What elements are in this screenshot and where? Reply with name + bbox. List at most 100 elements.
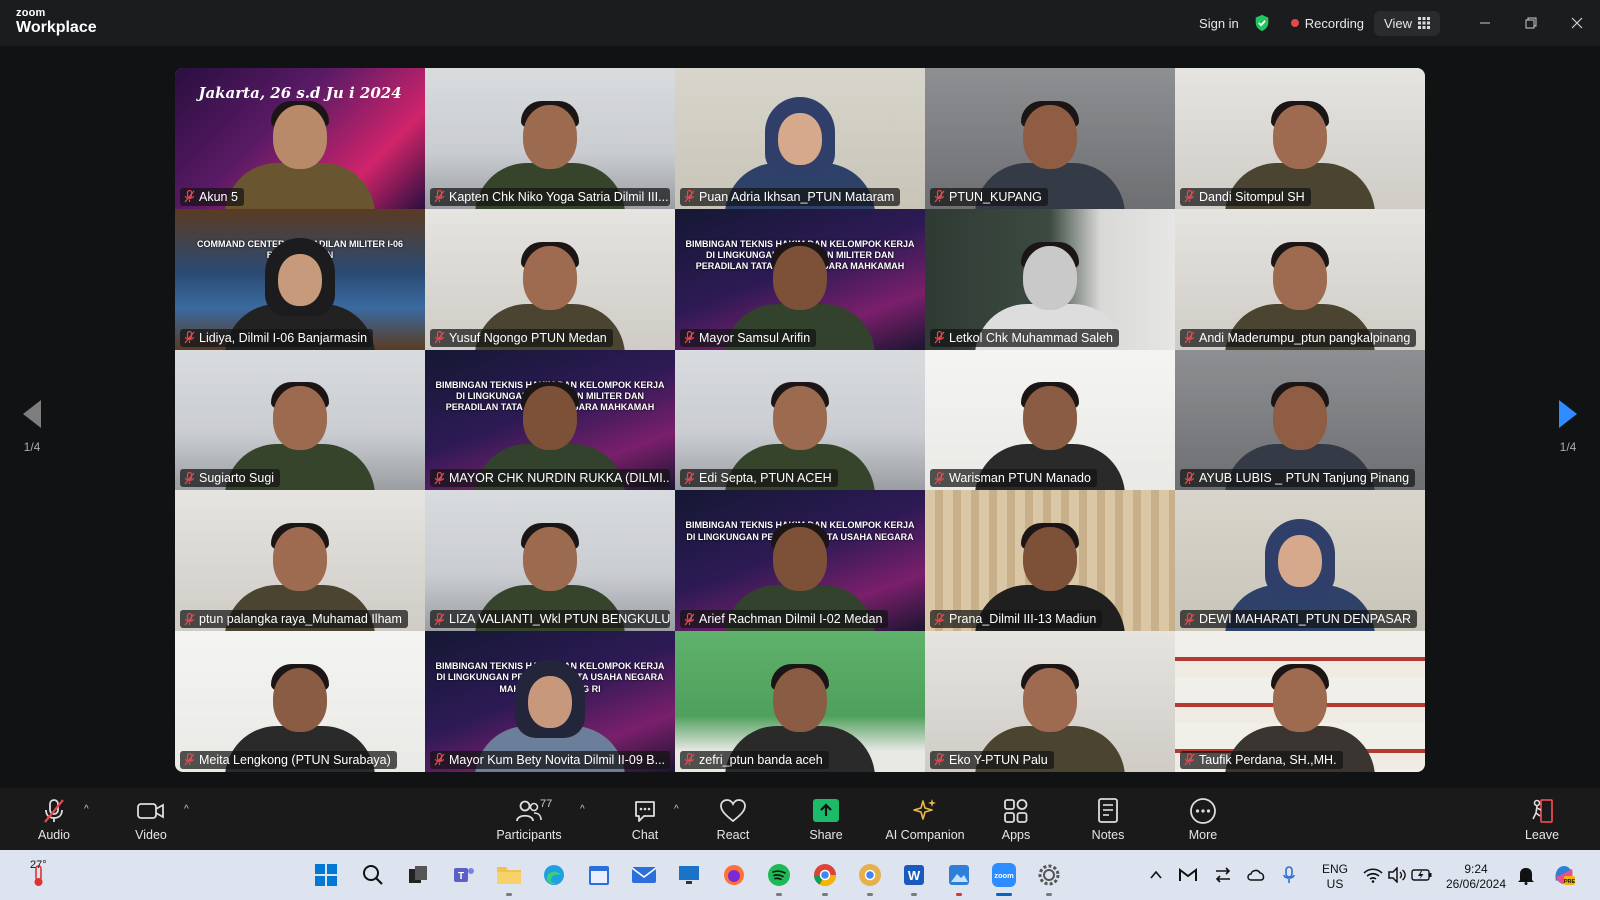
- participant-video-tile[interactable]: PTUN_KUPANG: [925, 68, 1175, 209]
- participant-name: Arief Rachman Dilmil I-02 Medan: [699, 612, 883, 627]
- taskbar-remote-desktop[interactable]: [674, 860, 704, 890]
- apps-button[interactable]: Apps: [971, 796, 1061, 842]
- share-button[interactable]: Share: [781, 796, 871, 842]
- participant-video-tile[interactable]: BIMBINGAN TEKNIS HAKIM DAN KELOMPOK KERJ…: [675, 490, 925, 632]
- notifications-button[interactable]: [1515, 860, 1537, 890]
- taskbar-firefox[interactable]: [719, 860, 749, 890]
- taskbar-file-explorer[interactable]: [494, 860, 524, 896]
- participant-video-tile[interactable]: COMMAND CENTER PENGADILAN MILITER I-06 B…: [175, 208, 425, 350]
- tray-battery[interactable]: [1410, 860, 1434, 890]
- participant-video-tile[interactable]: Yusuf Ngongo PTUN Medan: [425, 208, 675, 350]
- participant-name-tag: Edi Septa, PTUN ACEH: [680, 469, 838, 488]
- tray-volume[interactable]: [1386, 860, 1408, 890]
- tray-gmail[interactable]: [1177, 860, 1199, 890]
- wifi-icon: [1363, 868, 1383, 883]
- title-bar: zoom Workplace Sign in Recording View: [0, 0, 1600, 46]
- participants-options-caret-icon[interactable]: ^: [580, 804, 585, 815]
- participant-video-tile[interactable]: Warisman PTUN Manado: [925, 349, 1175, 491]
- participant-video-tile[interactable]: Edi Septa, PTUN ACEH: [675, 349, 925, 491]
- participant-video-tile[interactable]: Andi Maderumpu_ptun pangkalpinang: [1175, 208, 1425, 350]
- taskbar-spotify[interactable]: [764, 860, 794, 896]
- notes-button[interactable]: Notes: [1063, 796, 1153, 842]
- participant-video-tile[interactable]: Taufik Perdana, SH.,MH.: [1175, 631, 1425, 772]
- tray-microphone[interactable]: [1278, 860, 1300, 890]
- tray-wifi[interactable]: [1362, 860, 1384, 890]
- audio-options-caret-icon[interactable]: ^: [84, 804, 89, 815]
- restore-button[interactable]: [1508, 0, 1554, 46]
- ai-companion-button[interactable]: AI Companion: [880, 796, 970, 842]
- participant-video-tile[interactable]: Kapten Chk Niko Yoga Satria Dilmil III..…: [425, 68, 675, 209]
- tray-network-transfer[interactable]: [1212, 860, 1234, 890]
- participant-video-tile[interactable]: zefri_ptun banda aceh: [675, 631, 925, 772]
- show-hidden-icons-button[interactable]: [1146, 860, 1166, 890]
- participant-video-tile[interactable]: DEWI MAHARATI_PTUN DENPASAR: [1175, 490, 1425, 632]
- mic-muted-icon: [1184, 612, 1195, 626]
- participant-video-tile[interactable]: BIMBINGAN TEKNIS HAKIM DAN KELOMPOK KERJ…: [425, 349, 675, 491]
- participant-name: Dandi Sitompul SH: [1199, 189, 1305, 204]
- previous-page-button[interactable]: 1/4: [12, 400, 52, 454]
- photos-icon: [949, 865, 969, 885]
- taskbar-search-button[interactable]: [358, 860, 388, 890]
- video-options-caret-icon[interactable]: ^: [184, 804, 189, 815]
- close-button[interactable]: [1554, 0, 1600, 46]
- running-indicator: [867, 893, 873, 896]
- participants-button[interactable]: 77 Participants: [484, 796, 574, 842]
- participant-video-tile[interactable]: Jakarta, 26 s.d Ju i 2024 Akun 5: [175, 68, 425, 209]
- start-button[interactable]: [311, 860, 341, 890]
- taskbar-edge[interactable]: [539, 860, 569, 890]
- next-page-button[interactable]: 1/4: [1548, 400, 1588, 454]
- participant-video-tile[interactable]: AYUB LUBIS _ PTUN Tanjung Pinang: [1175, 349, 1425, 491]
- more-button[interactable]: More: [1158, 796, 1248, 842]
- taskbar-chrome-profile[interactable]: [855, 860, 885, 896]
- copilot-icon: PRE: [1555, 866, 1575, 885]
- recording-indicator[interactable]: Recording: [1281, 16, 1374, 31]
- participant-video-tile[interactable]: Puan Adria Ikhsan_PTUN Mataram: [675, 68, 925, 209]
- chat-options-caret-icon[interactable]: ^: [674, 804, 679, 815]
- participant-name-tag: Yusuf Ngongo PTUN Medan: [430, 328, 613, 347]
- participant-video-tile[interactable]: Sugiarto Sugi: [175, 349, 425, 491]
- chrome-profile-icon: [859, 864, 881, 886]
- taskbar-mail[interactable]: [629, 860, 659, 890]
- participant-video-tile[interactable]: Eko Y-PTUN Palu: [925, 631, 1175, 772]
- audio-button[interactable]: Audio: [9, 796, 99, 842]
- copilot-button[interactable]: PRE: [1551, 860, 1577, 890]
- participant-video-tile[interactable]: BIMBINGAN TEKNIS HAKIM DAN KELOMPOK KERJ…: [425, 631, 675, 772]
- taskbar-chrome[interactable]: [810, 860, 840, 896]
- mic-muted-icon: [1184, 471, 1195, 485]
- sign-in-button[interactable]: Sign in: [1189, 16, 1249, 31]
- participant-video-tile[interactable]: Letkol Chk Muhammad Saleh: [925, 208, 1175, 350]
- participant-video-tile[interactable]: Prana_Dilmil III-13 Madiun: [925, 490, 1175, 632]
- participant-video-tile[interactable]: Dandi Sitompul SH: [1175, 68, 1425, 209]
- leave-button[interactable]: Leave: [1502, 796, 1582, 842]
- task-view-button[interactable]: [403, 860, 433, 890]
- taskbar-photos[interactable]: [944, 860, 974, 896]
- participant-video-tile[interactable]: LIZA VALIANTI_Wkl PTUN BENGKULU: [425, 490, 675, 632]
- participant-video-tile[interactable]: Meita Lengkong (PTUN Surabaya): [175, 631, 425, 772]
- tray-onedrive[interactable]: [1245, 860, 1267, 890]
- clock-time: 9:24: [1464, 862, 1488, 876]
- taskbar-settings[interactable]: [1034, 860, 1064, 896]
- logo-zoom-text: zoom: [16, 7, 46, 19]
- chat-button[interactable]: Chat: [600, 796, 690, 842]
- view-button[interactable]: View: [1374, 10, 1440, 36]
- participant-face: [273, 527, 327, 592]
- taskbar-word[interactable]: W: [899, 860, 929, 896]
- participant-face: [1278, 535, 1322, 588]
- mic-muted-icon: [434, 471, 445, 485]
- video-button[interactable]: Video: [106, 796, 196, 842]
- participant-video-tile[interactable]: ptun palangka raya_Muhamad Ilham: [175, 490, 425, 632]
- participant-name-tag: Letkol Chk Muhammad Saleh: [930, 328, 1119, 347]
- language-indicator[interactable]: ENG US: [1320, 862, 1350, 892]
- react-button[interactable]: React: [688, 796, 778, 842]
- taskbar-calendar[interactable]: [584, 860, 614, 890]
- taskbar-teams[interactable]: T: [449, 860, 479, 890]
- leave-door-icon: [1532, 799, 1553, 823]
- participant-video-tile[interactable]: BIMBINGAN TEKNIS HAKIM DAN KELOMPOK KERJ…: [675, 208, 925, 350]
- minimize-button[interactable]: [1462, 0, 1508, 46]
- clock[interactable]: 9:24 26/06/2024: [1441, 862, 1511, 892]
- security-shield-icon[interactable]: [1253, 14, 1271, 32]
- mic-muted-icon: [934, 612, 945, 626]
- react-label: React: [716, 828, 750, 842]
- participant-name-tag: Meita Lengkong (PTUN Surabaya): [180, 750, 397, 769]
- taskbar-zoom[interactable]: zoom: [989, 860, 1019, 896]
